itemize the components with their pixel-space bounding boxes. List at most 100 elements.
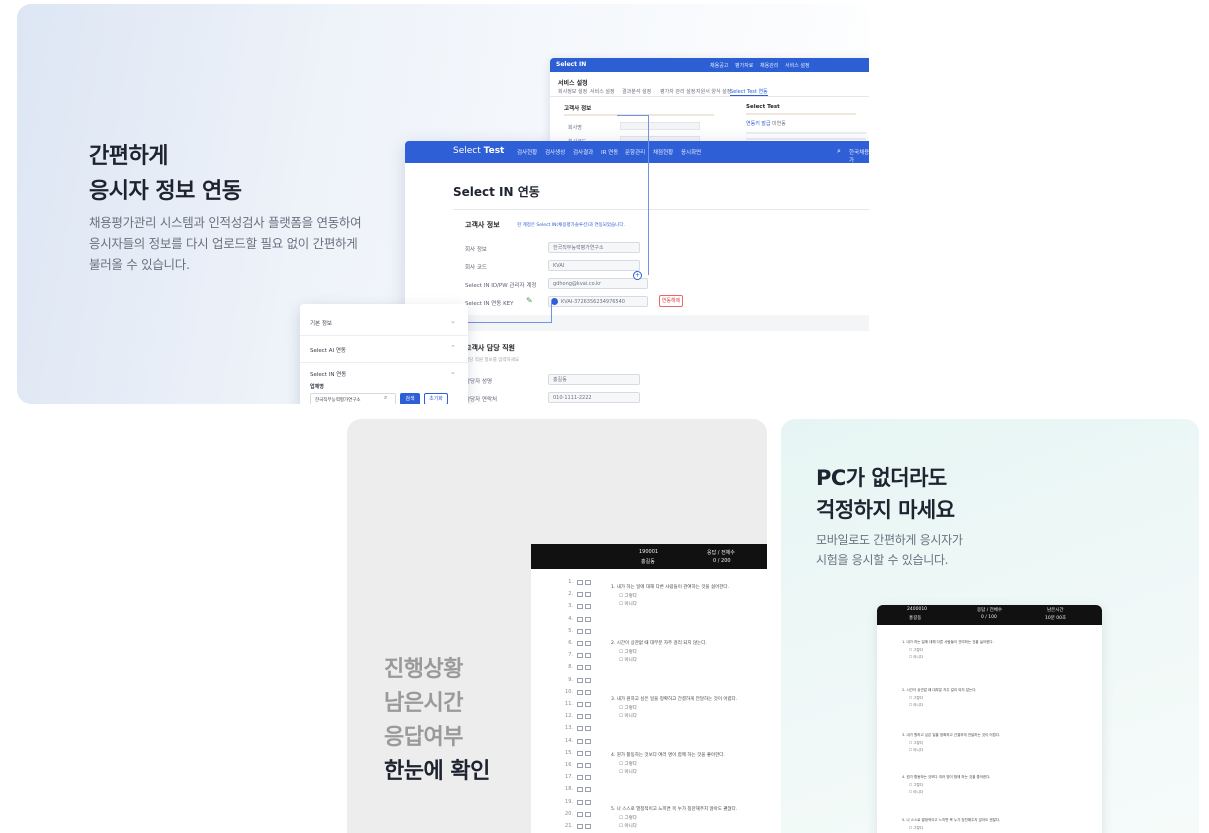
answer-box-yes[interactable]: [577, 653, 583, 659]
answer-box-yes[interactable]: [577, 641, 583, 646]
select-in-nav-4[interactable]: 서비스 설정: [785, 62, 810, 69]
answer-box-no[interactable]: [585, 641, 591, 646]
answer-box-no[interactable]: [585, 592, 591, 598]
select-in-nav-1[interactable]: 채용공고: [710, 62, 728, 69]
search-icon[interactable]: ⌕: [837, 147, 841, 156]
answer-box-yes[interactable]: [577, 811, 583, 817]
answer-box-yes[interactable]: [577, 726, 583, 732]
field-code[interactable]: KVAI: [548, 260, 640, 271]
nav-item-6[interactable]: 채점현황: [653, 148, 673, 156]
mobile-q1-yes[interactable]: ☐ 그렇다: [909, 648, 923, 653]
mobile-q2-no[interactable]: ☐ 아니다: [909, 703, 923, 708]
staff-phone-field[interactable]: 010-1111-2222: [548, 392, 640, 403]
mobile-q5-yes[interactable]: ☐ 그렇다: [909, 826, 923, 831]
answer-box-no[interactable]: [585, 616, 591, 622]
answer-box-no[interactable]: [585, 628, 591, 634]
answer-box-yes[interactable]: [577, 580, 583, 585]
field-link-key[interactable]: KVAI-3726356234976540: [548, 296, 648, 307]
answer-box-yes[interactable]: [577, 799, 583, 805]
mobile-q3-no[interactable]: ☐ 아니다: [909, 748, 923, 753]
chevron-up-icon[interactable]: ⌃: [450, 344, 456, 352]
answer-box-no[interactable]: [585, 763, 591, 768]
answer-box-no[interactable]: [585, 580, 591, 585]
answer-box-yes[interactable]: [577, 714, 583, 720]
mobile-q2-yes[interactable]: ☐ 그렇다: [909, 696, 923, 701]
answer-box-no[interactable]: [585, 775, 591, 781]
answer-box-no[interactable]: [585, 799, 591, 805]
q5-opt-no[interactable]: ☐ 아니다: [619, 823, 637, 829]
pencil-icon[interactable]: ✎: [526, 296, 533, 305]
answer-box-yes[interactable]: [577, 665, 583, 671]
answer-box-no[interactable]: [585, 824, 591, 829]
search-icon[interactable]: ⌕: [384, 394, 387, 402]
answer-box-no[interactable]: [585, 677, 591, 683]
answer-box-yes[interactable]: [577, 592, 583, 598]
q4-opt-yes[interactable]: ☐ 그렇다: [619, 761, 637, 767]
nav-item-4[interactable]: IR 연동: [601, 148, 618, 156]
popup-item-select-in[interactable]: Select IN 연동: [310, 370, 346, 378]
nav-item-1[interactable]: 검사현황: [517, 148, 537, 156]
answer-box-no[interactable]: [585, 738, 591, 744]
chevron-down-icon[interactable]: ⌄: [450, 317, 456, 325]
nav-item-3[interactable]: 검사결과: [573, 148, 593, 156]
select-in-tab-3[interactable]: 결과분석 설정: [622, 88, 651, 95]
q2-opt-no[interactable]: ☐ 아니다: [619, 657, 637, 663]
answer-box-yes[interactable]: [577, 738, 583, 744]
select-in-tab-6[interactable]: Select Test 연동: [730, 88, 768, 96]
q3-opt-no[interactable]: ☐ 아니다: [619, 713, 637, 719]
answer-box-yes[interactable]: [577, 604, 583, 610]
answer-box-yes[interactable]: [577, 689, 583, 695]
opt-label: 그렇다: [624, 650, 637, 655]
answer-box-no[interactable]: [585, 665, 591, 671]
select-in-tab-1[interactable]: 회사정보 설정: [558, 88, 587, 95]
answer-box-yes[interactable]: [577, 616, 583, 622]
q5-opt-yes[interactable]: ☐ 그렇다: [619, 815, 637, 821]
unlink-button[interactable]: 연동해제: [659, 295, 683, 307]
mobile-q4-no[interactable]: ☐ 아니다: [909, 790, 923, 795]
select-in-tab-5[interactable]: 지원서 양식 설정: [696, 88, 731, 95]
nav-item-7[interactable]: 응시화면: [681, 148, 701, 156]
staff-name-field[interactable]: 홍길동: [548, 374, 640, 385]
answer-box-no[interactable]: [585, 653, 591, 659]
plus-icon[interactable]: +: [633, 271, 642, 280]
answer-box-no[interactable]: [585, 604, 591, 610]
q4-opt-no[interactable]: ☐ 아니다: [619, 769, 637, 775]
popup-item-basic[interactable]: 기본 정보: [310, 319, 332, 327]
answer-box-yes[interactable]: [577, 763, 583, 768]
answer-box-yes[interactable]: [577, 824, 583, 829]
answer-box-no[interactable]: [585, 811, 591, 817]
answer-box-yes[interactable]: [577, 750, 583, 756]
select-in-tab-4[interactable]: 평가자 관리 설정: [660, 88, 695, 95]
answer-box-no[interactable]: [585, 689, 591, 695]
popup-item-select-ai[interactable]: Select AI 연동: [310, 346, 346, 354]
q3-opt-yes[interactable]: ☐ 그렇다: [619, 705, 637, 711]
select-in-nav-3[interactable]: 채용관리: [760, 62, 778, 69]
reset-button[interactable]: 초기화: [424, 393, 448, 404]
answer-box-no[interactable]: [585, 702, 591, 707]
nav-item-2[interactable]: 검사생성: [545, 148, 565, 156]
answer-box-yes[interactable]: [577, 677, 583, 683]
select-in-nav-2[interactable]: 평가자료: [735, 62, 753, 69]
mobile-q1-no[interactable]: ☐ 아니다: [909, 655, 923, 660]
answer-box-yes[interactable]: [577, 628, 583, 634]
answer-box-yes[interactable]: [577, 702, 583, 707]
q1-opt-no[interactable]: ☐ 아니다: [619, 601, 637, 607]
mobile-q3-yes[interactable]: ☐ 그렇다: [909, 741, 923, 746]
chevron-down-icon[interactable]: ⌄: [450, 368, 456, 376]
select-in-row-field-1[interactable]: [620, 122, 700, 130]
answer-box-no[interactable]: [585, 726, 591, 732]
mobile-q4-yes[interactable]: ☐ 그렇다: [909, 783, 923, 788]
answer-box-no[interactable]: [585, 787, 591, 793]
q2-opt-yes[interactable]: ☐ 그렇다: [619, 649, 637, 655]
answer-box-no[interactable]: [585, 714, 591, 720]
search-button[interactable]: 검색: [400, 393, 420, 404]
nav-item-5[interactable]: 문항관리: [625, 148, 645, 156]
field-admin-email[interactable]: gdhong@kvai.co.kr: [548, 278, 648, 289]
field-company[interactable]: 한국직무능력평가연구소: [548, 242, 640, 253]
answer-box-yes[interactable]: [577, 775, 583, 781]
q1-opt-yes[interactable]: ☐ 그렇다: [619, 593, 637, 599]
account-label[interactable]: 한국채용평가: [849, 148, 869, 164]
answer-box-yes[interactable]: [577, 787, 583, 793]
answer-box-no[interactable]: [585, 750, 591, 756]
select-in-tab-2[interactable]: 서비스 설정: [590, 88, 615, 95]
